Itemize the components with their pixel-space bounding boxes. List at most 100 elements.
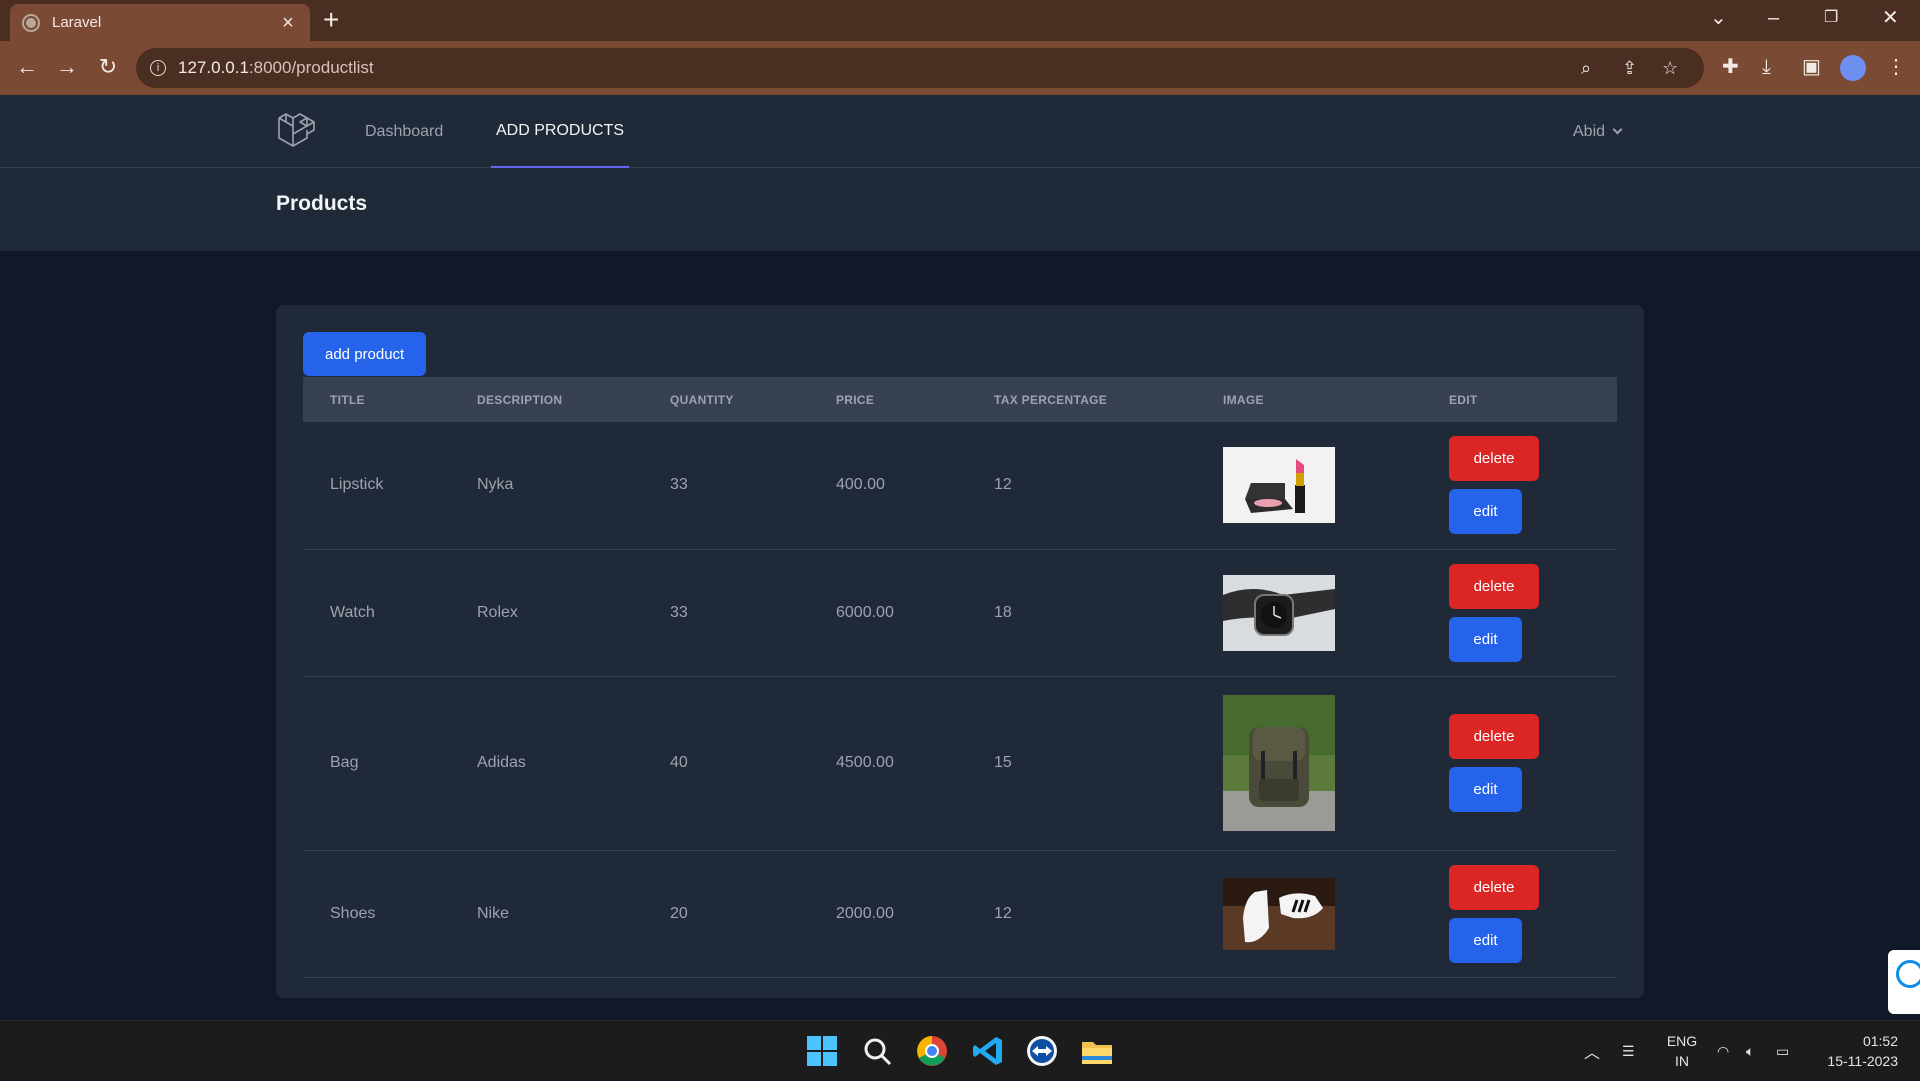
delete-button[interactable]: delete — [1449, 714, 1539, 759]
tab-search-chevron-icon[interactable]: ⌄ — [1710, 6, 1727, 30]
table-header-row: TITLE DESCRIPTION QUANTITY PRICE TAX PER… — [303, 377, 1617, 422]
table-row: Lipstick Nyka 33 400.00 12 delete edit — [303, 422, 1617, 550]
restore-icon[interactable]: ❐ — [1824, 6, 1838, 30]
edit-button[interactable]: edit — [1449, 917, 1522, 963]
delete-button[interactable]: delete — [1449, 864, 1539, 910]
new-tab-icon[interactable]: + — [323, 6, 339, 34]
edit-button[interactable]: edit — [1449, 616, 1522, 662]
language-indicator[interactable]: ENG IN — [1664, 1031, 1700, 1071]
page-header: Products — [0, 168, 1920, 251]
cell-price: 4500.00 — [809, 676, 967, 851]
browser-tab-strip: Laravel × + ⌄ – ❐ ✕ — [0, 0, 1920, 41]
globe-icon — [22, 13, 40, 32]
table-row: Shoes Nike 20 2000.00 12 delete edit — [303, 850, 1617, 978]
reload-icon[interactable]: ↻ — [94, 54, 122, 80]
products-table: TITLE DESCRIPTION QUANTITY PRICE TAX PER… — [303, 377, 1617, 978]
close-window-icon[interactable]: ✕ — [1882, 6, 1899, 30]
show-hidden-icons-icon[interactable]: ︿ — [1584, 1021, 1600, 1081]
cell-actions: delete edit — [1422, 549, 1617, 677]
shoes-image — [1223, 877, 1335, 950]
cell-description: Nyka — [450, 422, 643, 550]
watch-image — [1223, 574, 1335, 651]
cell-price: 2000.00 — [809, 850, 967, 978]
clock-time: 01:52 — [1862, 1033, 1898, 1049]
cell-quantity: 40 — [643, 676, 809, 851]
tab-title: Laravel — [52, 14, 102, 31]
cell-image — [1196, 676, 1422, 851]
user-name: Abid — [1573, 122, 1606, 140]
products-card: add product TITLE DESCRIPTION QUANTITY P… — [276, 305, 1644, 998]
side-panel-icon[interactable]: ▣ — [1802, 57, 1821, 77]
col-description: DESCRIPTION — [477, 392, 563, 407]
bookmark-star-icon[interactable]: ☆ — [1662, 58, 1678, 78]
cell-actions: delete edit — [1422, 850, 1617, 978]
cell-title: Watch — [303, 549, 450, 677]
menu-dots-icon[interactable]: ⋮ — [1886, 57, 1906, 77]
nav-add-products[interactable]: ADD PRODUCTS — [491, 95, 630, 168]
delete-button[interactable]: delete — [1449, 436, 1539, 482]
cell-image — [1196, 422, 1422, 550]
cell-title: Shoes — [303, 850, 450, 978]
minimize-icon[interactable]: – — [1768, 6, 1779, 30]
search-icon[interactable] — [859, 1033, 895, 1069]
system-clock[interactable]: 01:52 15-11-2023 — [1810, 1031, 1898, 1071]
share-icon[interactable]: ⇪ — [1622, 58, 1637, 78]
bag-image — [1223, 695, 1335, 831]
site-info-icon[interactable]: i — [150, 60, 166, 76]
url-host: 127.0.0.1 — [178, 58, 249, 77]
col-quantity: QUANTITY — [670, 392, 734, 407]
cell-price: 400.00 — [809, 422, 967, 550]
cell-actions: delete edit — [1422, 422, 1617, 550]
notification-pen-icon[interactable]: ☰ — [1622, 1021, 1635, 1081]
keyboard-region: IN — [1675, 1053, 1689, 1069]
wifi-icon[interactable]: ◠ — [1717, 1021, 1729, 1081]
browser-tab[interactable]: Laravel × — [10, 4, 310, 41]
cell-actions: delete edit — [1422, 676, 1617, 851]
app-navbar: Dashboard ADD PRODUCTS Abid — [0, 95, 1920, 168]
cell-tax: 18 — [967, 549, 1196, 677]
cell-tax: 15 — [967, 676, 1196, 851]
edit-button[interactable]: edit — [1449, 489, 1522, 535]
cell-title: Lipstick — [303, 422, 450, 550]
teamviewer-badge-icon[interactable] — [1888, 950, 1920, 1014]
back-icon[interactable]: ← — [13, 54, 41, 80]
browser-toolbar: ← → ↻ i 127.0.0.1:8000/productlist ⌕ ⇪ ☆ — [0, 41, 1920, 95]
extensions-icon[interactable]: ✚ — [1722, 57, 1739, 77]
delete-button[interactable]: delete — [1449, 563, 1539, 609]
cell-title: Bag — [303, 676, 450, 851]
cell-description: Rolex — [450, 549, 643, 677]
chevron-down-icon — [1612, 124, 1623, 134]
cell-quantity: 33 — [643, 549, 809, 677]
cell-tax: 12 — [967, 422, 1196, 550]
cell-quantity: 20 — [643, 850, 809, 978]
download-icon[interactable]: ⤓ — [1762, 57, 1771, 77]
nav-dashboard[interactable]: Dashboard — [365, 95, 443, 168]
address-bar[interactable]: i 127.0.0.1:8000/productlist ⌕ ⇪ ☆ — [136, 48, 1704, 88]
add-product-button[interactable]: add product — [303, 332, 427, 376]
windows-start-icon[interactable] — [804, 1033, 840, 1069]
table-row: Bag Adidas 40 4500.00 15 delete edit — [303, 676, 1617, 851]
cell-description: Adidas — [450, 676, 643, 851]
profile-avatar[interactable] — [1840, 55, 1866, 81]
edit-button[interactable]: edit — [1449, 767, 1522, 812]
battery-icon[interactable]: ▭ — [1776, 1021, 1789, 1081]
table-row: Watch Rolex 33 6000.00 18 delete edit — [303, 549, 1617, 677]
cell-description: Nike — [450, 850, 643, 978]
col-tax-percentage: TAX PERCENTAGE — [994, 392, 1108, 407]
forward-icon[interactable]: → — [53, 54, 81, 80]
vscode-icon[interactable] — [970, 1033, 1006, 1069]
speaker-muted-icon[interactable]: 🔈︎ — [1746, 1021, 1754, 1081]
laravel-logo-icon[interactable] — [276, 112, 316, 150]
cell-price: 6000.00 — [809, 549, 967, 677]
close-tab-icon[interactable]: × — [278, 13, 298, 33]
page-title: Products — [276, 192, 368, 215]
chrome-icon[interactable] — [914, 1033, 950, 1069]
teamviewer-icon[interactable] — [1024, 1033, 1060, 1069]
url-path: :8000/productlist — [248, 58, 374, 77]
cell-quantity: 33 — [643, 422, 809, 550]
file-explorer-icon[interactable] — [1079, 1033, 1115, 1069]
cell-tax: 12 — [967, 850, 1196, 978]
user-menu[interactable]: Abid — [1573, 95, 1623, 168]
zoom-icon[interactable]: ⌕ — [1581, 58, 1591, 78]
col-price: PRICE — [836, 392, 875, 407]
